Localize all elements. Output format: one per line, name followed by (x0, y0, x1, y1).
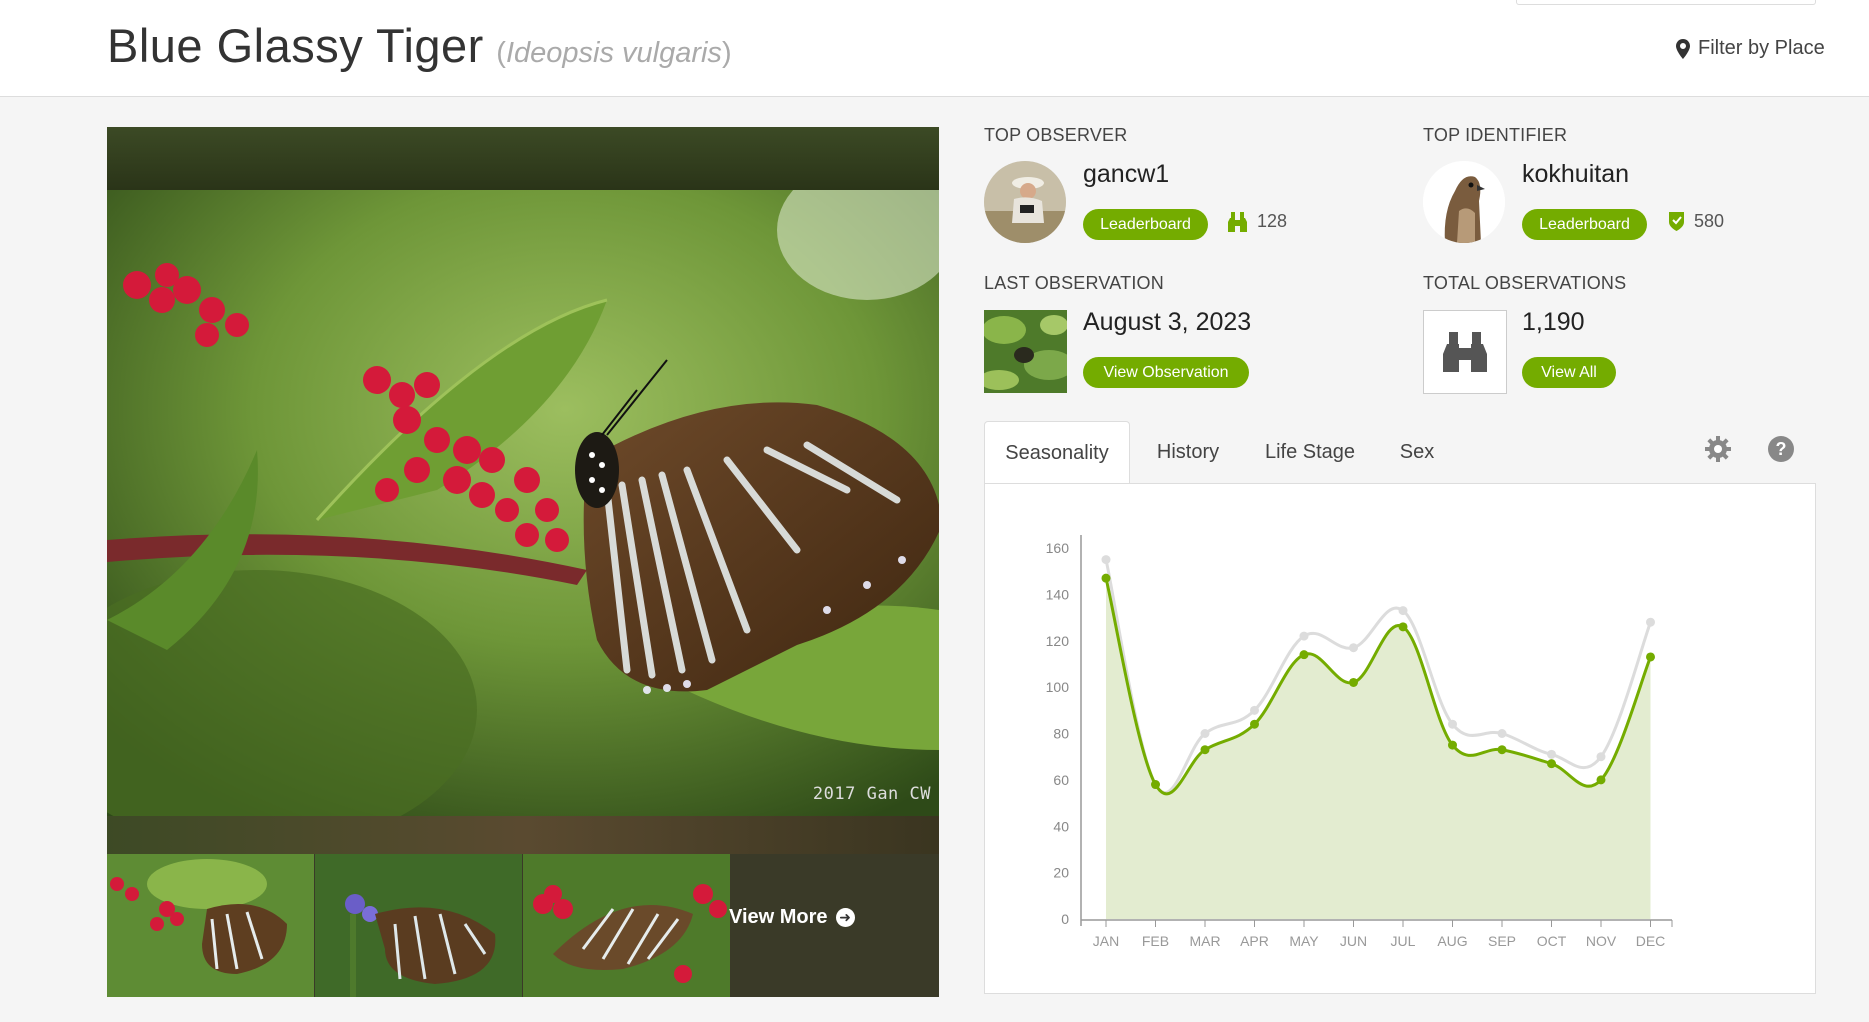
top-identifier-name[interactable]: kokhuitan (1522, 160, 1629, 189)
x-tick-label: MAR (1189, 933, 1220, 949)
page-header: Blue Glassy Tiger (Ideopsis vulgaris) Fi… (0, 0, 1869, 97)
data-point (1596, 752, 1606, 762)
x-tick-label: OCT (1537, 933, 1567, 949)
identifier-count-value: 580 (1694, 211, 1725, 231)
identifier-leaderboard-button[interactable]: Leaderboard (1522, 209, 1647, 240)
seasonality-chart-svg: 0 20 40 60 80 100 120 140 160 JAN FEB MAR APR MAY JUN J… (1046, 535, 1673, 949)
binoculars-icon (1443, 332, 1487, 372)
tab-sex[interactable]: Sex (1374, 421, 1460, 484)
x-tick-label: JUL (1391, 933, 1416, 949)
page-title: Blue Glassy Tiger (Ideopsis vulgaris) (107, 18, 732, 73)
photo-thumbnail[interactable] (107, 854, 314, 997)
chart-tabs: Seasonality History Life Stage Sex ? (984, 421, 1816, 485)
search-box-edge[interactable] (1516, 0, 1816, 5)
top-observer-label: TOP OBSERVER (984, 125, 1128, 145)
data-point (1299, 650, 1309, 660)
y-tick-label: 60 (1053, 772, 1069, 788)
x-tick-label: FEB (1142, 933, 1169, 949)
binoculars-icon (1228, 211, 1247, 232)
identifier-count: 580 (1669, 211, 1724, 232)
help-icon[interactable]: ? (1767, 435, 1795, 463)
data-point (1250, 719, 1259, 729)
photo-credit: 2017 Gan CW (812, 784, 931, 804)
data-point (1101, 555, 1111, 565)
total-observations-count: 1,190 (1522, 308, 1585, 336)
tab-life-stage[interactable]: Life Stage (1246, 421, 1374, 484)
series-area (1106, 578, 1651, 919)
arrow-right-icon: ➜ (835, 908, 855, 927)
main-photo[interactable]: 2017 Gan CW (107, 190, 939, 816)
photo-bottom-band (107, 816, 939, 854)
thumbnail-strip: View More ➜ (107, 854, 939, 997)
filter-by-place-button[interactable]: Filter by Place (1676, 37, 1825, 60)
photo-gallery: 2017 Gan CW View More ➜ (107, 127, 939, 997)
y-tick-label: 0 (1061, 911, 1069, 927)
photo-thumbnail[interactable] (315, 854, 522, 997)
x-tick-label: AUG (1437, 933, 1467, 949)
data-point (1101, 573, 1111, 583)
last-observation-label: LAST OBSERVATION (984, 273, 1164, 293)
data-point (1250, 705, 1259, 715)
x-tick-label: MAY (1289, 933, 1319, 949)
data-point (1349, 677, 1358, 687)
x-tick-label: JAN (1093, 933, 1119, 949)
data-point (1200, 729, 1210, 738)
svg-text:?: ? (1776, 439, 1787, 459)
top-identifier-label: TOP IDENTIFIER (1423, 125, 1568, 145)
gear-icon[interactable] (1704, 435, 1732, 463)
y-tick-label: 120 (1046, 633, 1070, 649)
y-tick-label: 20 (1053, 865, 1069, 881)
data-point (1497, 745, 1507, 755)
identifier-avatar[interactable] (1423, 161, 1505, 243)
data-point (1596, 775, 1606, 785)
total-observations-icon-box[interactable] (1423, 310, 1507, 394)
view-more-label: View More (729, 906, 828, 928)
common-name: Blue Glassy Tiger (107, 19, 484, 72)
data-point (1547, 749, 1556, 759)
data-point (1646, 652, 1655, 662)
tab-seasonality[interactable]: Seasonality (984, 421, 1130, 485)
seasonality-chart: 0 20 40 60 80 100 120 140 160 JAN FEB MAR APR MAY JUN J… (984, 483, 1816, 994)
data-point (1151, 780, 1160, 790)
shield-icon (1669, 212, 1684, 231)
observer-avatar[interactable] (984, 161, 1066, 243)
x-tick-label: SEP (1488, 933, 1516, 949)
data-point (1448, 719, 1457, 729)
observer-leaderboard-button[interactable]: Leaderboard (1083, 209, 1208, 240)
x-tick-label: JUN (1340, 933, 1367, 949)
last-observation-date: August 3, 2023 (1083, 308, 1252, 336)
scientific-name: (Ideopsis vulgaris) (496, 37, 732, 69)
tab-history[interactable]: History (1130, 421, 1246, 484)
data-point (1448, 740, 1457, 750)
y-tick-label: 100 (1046, 679, 1070, 695)
y-tick-label: 140 (1046, 586, 1070, 602)
photo-top-band (107, 127, 939, 190)
data-point (1398, 606, 1408, 616)
data-point (1200, 745, 1210, 755)
data-point (1299, 631, 1309, 641)
y-tick-label: 160 (1046, 540, 1070, 556)
data-point (1398, 622, 1408, 632)
view-more-link[interactable]: View More ➜ (729, 906, 855, 929)
map-marker-icon (1676, 38, 1690, 59)
observer-count: 128 (1228, 211, 1287, 232)
view-observation-button[interactable]: View Observation (1083, 357, 1249, 388)
total-observations-label: TOTAL OBSERVATIONS (1423, 273, 1627, 293)
last-observation-photo[interactable] (984, 310, 1067, 393)
observer-count-value: 128 (1257, 211, 1288, 231)
view-all-button[interactable]: View All (1522, 357, 1616, 388)
top-observer-name[interactable]: gancw1 (1083, 160, 1169, 189)
y-tick-label: 80 (1053, 726, 1069, 742)
x-tick-label: NOV (1586, 933, 1617, 949)
filter-label: Filter by Place (1698, 37, 1825, 59)
butterfly-photo (107, 190, 939, 816)
y-tick-label: 40 (1053, 818, 1069, 834)
photo-thumbnail[interactable] (523, 854, 730, 997)
data-point (1646, 617, 1655, 627)
data-point (1547, 759, 1556, 769)
data-point (1349, 643, 1358, 653)
data-point (1497, 729, 1507, 738)
x-tick-label: APR (1240, 933, 1269, 949)
x-tick-label: DEC (1636, 933, 1666, 949)
